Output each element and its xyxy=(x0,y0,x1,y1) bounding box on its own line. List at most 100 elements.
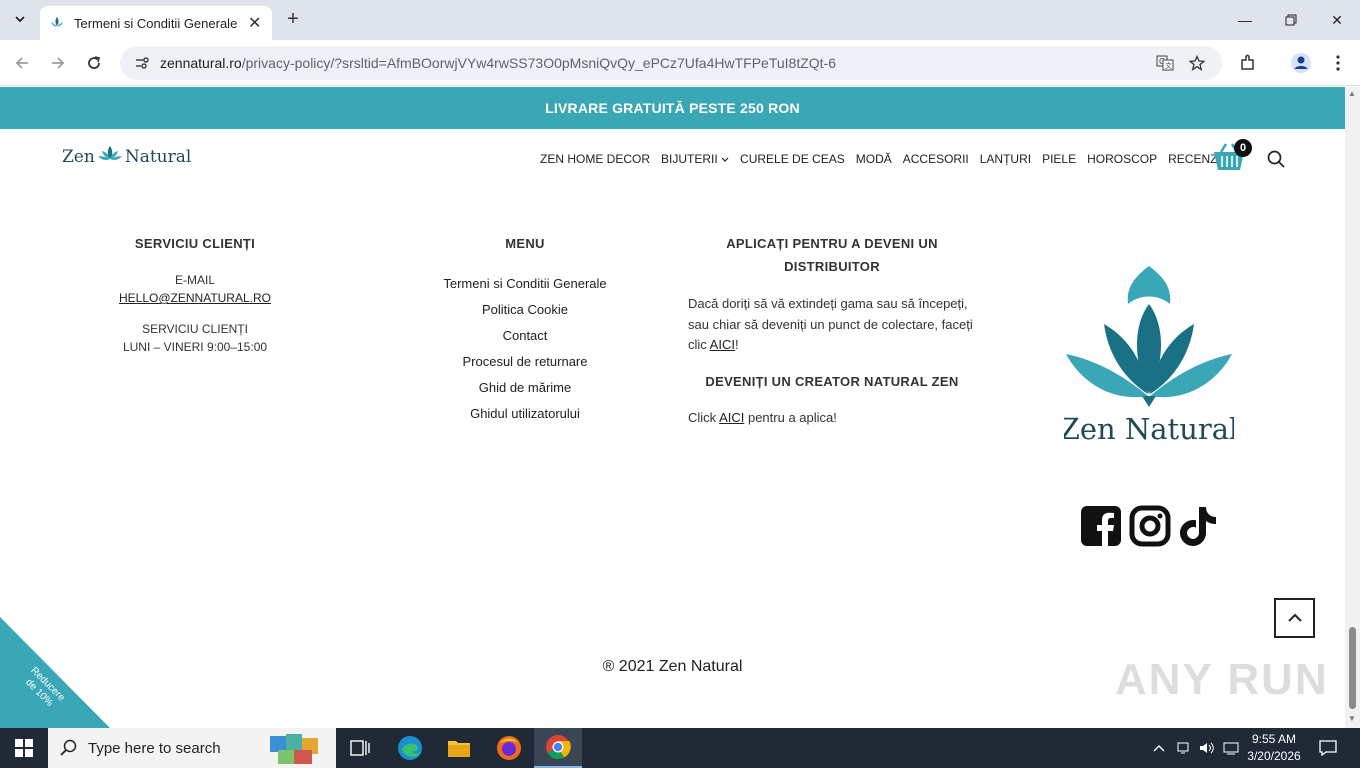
bookmark-star-icon[interactable] xyxy=(1188,54,1206,72)
taskbar-search-box[interactable]: Type here to search xyxy=(48,728,336,768)
distributor-title-line2: DISTRIBUITOR xyxy=(784,259,880,274)
close-window-icon[interactable]: ✕ xyxy=(1314,0,1360,40)
hours-text: LUNI – VINERI 9:00–15:00 xyxy=(122,340,268,354)
creator-text-pre: Click xyxy=(688,410,720,425)
file-explorer-icon[interactable] xyxy=(435,728,483,768)
taskbar-clock[interactable]: 9:55 AM 3/20/2026 xyxy=(1242,731,1306,765)
site-logo[interactable]: Zen Natural xyxy=(60,145,193,169)
menu-link-terms[interactable]: Termeni si Conditii Generale xyxy=(410,275,640,301)
logo-text-right: Natural xyxy=(124,147,192,167)
search-icon[interactable] xyxy=(1266,149,1286,169)
menu-link-returns[interactable]: Procesul de returnare xyxy=(410,353,640,379)
chevron-down-icon xyxy=(15,16,25,23)
scrollbar-thumb[interactable] xyxy=(1349,627,1356,709)
chevron-up-icon xyxy=(1287,613,1302,622)
page-scrollbar[interactable]: ▲ ▼ xyxy=(1345,87,1360,728)
footer-menu-list: Termeni si Conditii Generale Politica Co… xyxy=(410,275,640,431)
creator-text-post: pentru a aplica! xyxy=(744,410,837,425)
chevron-down-icon xyxy=(721,157,729,162)
tray-chevron-up-icon[interactable] xyxy=(1150,728,1168,768)
translate-icon[interactable]: G文 xyxy=(1156,54,1174,72)
profile-avatar-icon[interactable] xyxy=(1290,52,1312,74)
menu-link-size-guide[interactable]: Ghid de mărime xyxy=(410,379,640,405)
site-info-icon[interactable] xyxy=(124,55,160,71)
browser-menu-icon[interactable] xyxy=(1327,52,1349,74)
clock-date: 3/20/2026 xyxy=(1247,749,1301,763)
new-tab-icon[interactable]: + xyxy=(282,8,304,30)
puzzle-widget-icon[interactable] xyxy=(264,730,326,766)
notifications-icon[interactable] xyxy=(1314,728,1342,768)
zen-natural-large-logo: Zen Natural xyxy=(1064,266,1234,444)
nav-item-horoscop[interactable]: HOROSCOP xyxy=(1087,152,1157,166)
nav-item-accesorii[interactable]: ACCESORII xyxy=(903,152,969,166)
tab-title: Termeni si Conditii Generale - Z xyxy=(74,15,240,31)
forward-arrow-icon[interactable] xyxy=(45,50,71,76)
address-bar[interactable]: zennatural.ro/privacy-policy/?srsltid=Af… xyxy=(120,46,1222,80)
facebook-icon[interactable] xyxy=(1080,505,1122,547)
svg-text:文: 文 xyxy=(1165,61,1172,70)
clock-time: 9:55 AM xyxy=(1251,732,1297,746)
email-link[interactable]: HELLO@ZENNATURAL.RO xyxy=(119,291,271,305)
minimize-icon[interactable]: — xyxy=(1222,0,1268,40)
menu-link-user-guide[interactable]: Ghidul utilizatorului xyxy=(410,405,640,431)
back-to-top-button[interactable] xyxy=(1274,598,1315,638)
nav-item-lanturi[interactable]: LANȚURI xyxy=(980,152,1031,166)
distributor-text-line2: sau chiar să deveniți un punct de colect… xyxy=(688,317,973,332)
browser-tab[interactable]: Termeni si Conditii Generale - Z ✕ xyxy=(40,6,272,40)
menu-title: MENU xyxy=(505,236,545,251)
anyrun-watermark: ANY RUN xyxy=(1115,655,1329,704)
distributor-title-line1: APLICAȚI PENTRU A DEVENI UN xyxy=(726,236,938,251)
tiktok-icon[interactable] xyxy=(1177,505,1219,547)
keyboard-icon[interactable] xyxy=(1221,728,1241,768)
distributor-text-line3: clic AICI! xyxy=(688,335,739,355)
logo-text-left: Zen xyxy=(62,147,95,167)
taskbar-search-placeholder: Type here to search xyxy=(88,739,221,757)
back-arrow-icon[interactable] xyxy=(9,50,35,76)
browser-tab-bar: Termeni si Conditii Generale - Z ✕ + — ✕ xyxy=(0,0,1360,40)
reload-icon[interactable] xyxy=(81,50,107,76)
network-icon[interactable] xyxy=(1174,728,1192,768)
zen-natural-favicon-icon xyxy=(51,17,63,27)
tab-close-icon[interactable]: ✕ xyxy=(248,13,261,33)
nav-item-moda[interactable]: MODĂ xyxy=(856,152,892,166)
extensions-icon[interactable] xyxy=(1237,52,1259,74)
main-navigation: ZEN HOME DECOR BIJUTERII CURELE DE CEAS … xyxy=(540,152,1250,166)
distributor-text-line1: Dacă doriți să vă extindeți gama sau să … xyxy=(688,296,968,311)
menu-link-cookie-policy[interactable]: Politica Cookie xyxy=(410,301,640,327)
creator-title: DEVENIȚI UN CREATOR NATURAL ZEN xyxy=(705,374,959,389)
windows-taskbar: Type here to search 9:55 AM 3/20/2026 xyxy=(0,728,1360,768)
email-link-wrap: HELLO@ZENNATURAL.RO xyxy=(100,291,290,305)
distributor-text-post: ! xyxy=(734,337,739,352)
menu-link-contact[interactable]: Contact xyxy=(410,327,640,353)
customer-service-title: SERVICIU CLIENȚI xyxy=(134,236,256,251)
hours-label: SERVICIU CLIENȚI xyxy=(142,322,248,336)
distributor-text-pre: clic xyxy=(688,337,710,352)
creator-aici-link[interactable]: AICI xyxy=(719,410,744,425)
windows-start-icon[interactable] xyxy=(0,728,48,768)
scroll-down-arrow-icon[interactable]: ▼ xyxy=(1348,714,1356,723)
nav-item-piele[interactable]: PIELE xyxy=(1042,152,1076,166)
edge-browser-icon[interactable] xyxy=(386,728,434,768)
volume-icon[interactable] xyxy=(1197,728,1217,768)
browser-toolbar: zennatural.ro/privacy-policy/?srsltid=Af… xyxy=(0,40,1360,86)
free-shipping-banner: LIVRARE GRATUITĂ PESTE 250 RON xyxy=(0,87,1345,129)
search-icon xyxy=(60,739,77,756)
nav-item-curele-de-ceas[interactable]: CURELE DE CEAS xyxy=(740,152,845,166)
firefox-icon[interactable] xyxy=(485,728,533,768)
url-path: /privacy-policy/?srsltid=AfmBOorwjVYw4rw… xyxy=(241,55,836,71)
nav-item-bijuterii[interactable]: BIJUTERII xyxy=(661,152,729,166)
restore-icon[interactable] xyxy=(1268,0,1314,40)
nav-item-zen-home-decor[interactable]: ZEN HOME DECOR xyxy=(540,152,650,166)
task-view-icon[interactable] xyxy=(336,728,384,768)
distributor-aici-link[interactable]: AICI xyxy=(710,337,735,352)
instagram-icon[interactable] xyxy=(1129,505,1171,547)
lotus-logo-icon xyxy=(97,146,122,160)
nav-item-bijuterii-label: BIJUTERII xyxy=(661,152,718,166)
email-label: E-MAIL xyxy=(174,273,215,287)
tab-search-button[interactable] xyxy=(8,7,32,31)
scroll-up-arrow-icon[interactable]: ▲ xyxy=(1348,89,1356,98)
large-logo-text: Zen Natural xyxy=(1064,412,1234,444)
cart-count-badge: 0 xyxy=(1234,139,1252,157)
url-text: zennatural.ro/privacy-policy/?srsltid=Af… xyxy=(160,55,836,71)
chrome-taskbar-icon[interactable] xyxy=(534,728,582,768)
